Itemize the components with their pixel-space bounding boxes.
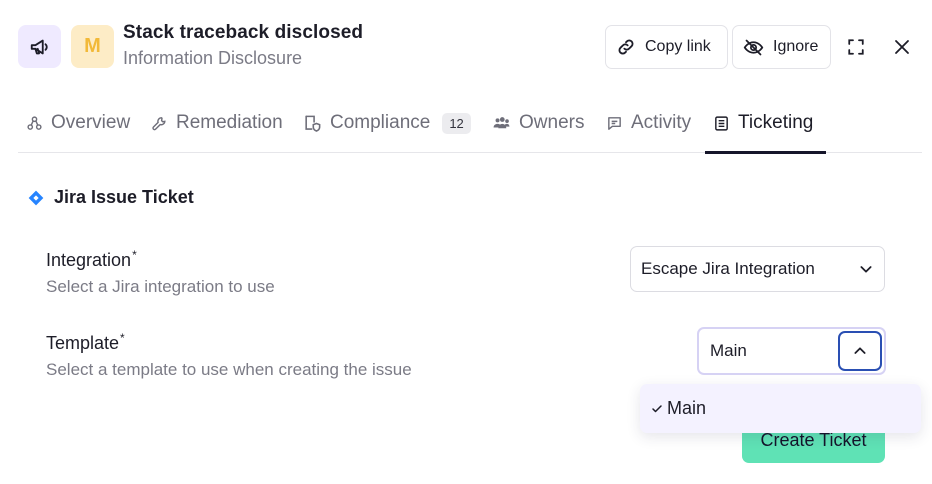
link-icon	[618, 39, 634, 55]
close-icon	[895, 40, 909, 54]
issue-category: Information Disclosure	[123, 48, 303, 68]
integration-select-value: Escape Jira Integration	[641, 259, 815, 278]
section-title: Jira Issue Ticket	[28, 187, 194, 208]
severity-badge: M	[71, 25, 114, 68]
template-select[interactable]: Main	[697, 327, 886, 375]
comment-icon	[608, 116, 621, 130]
expand-icon	[848, 39, 864, 55]
template-select-value: Main	[710, 341, 747, 360]
megaphone-icon	[18, 25, 61, 68]
integration-label-text: Integration	[46, 250, 132, 270]
tab-owners[interactable]: Owners	[484, 94, 592, 152]
check-icon	[652, 404, 662, 412]
close-button[interactable]	[889, 34, 915, 60]
tab-compliance[interactable]: Compliance 12	[295, 94, 479, 152]
tab-label: Activity	[631, 112, 692, 133]
tab-label: Remediation	[176, 112, 283, 133]
issue-title: Stack traceback disclosed	[123, 22, 364, 43]
expand-button[interactable]	[843, 34, 869, 60]
template-label: Template*	[46, 331, 125, 354]
template-label-text: Template	[46, 333, 120, 353]
integration-label: Integration*	[46, 248, 137, 271]
template-option-main[interactable]: Main	[640, 384, 921, 433]
integration-help: Select a Jira integration to use	[46, 277, 275, 296]
tab-label: Ticketing	[738, 112, 814, 133]
required-mark: *	[132, 248, 137, 262]
tab-activity[interactable]: Activity	[598, 94, 699, 152]
integration-select[interactable]: Escape Jira Integration	[630, 246, 885, 292]
copy-link-button[interactable]: Copy link	[605, 25, 728, 69]
eye-off-icon	[743, 39, 764, 55]
section-title-text: Jira Issue Ticket	[54, 187, 194, 207]
copy-link-label: Copy link	[645, 38, 711, 55]
ignore-button[interactable]: Ignore	[732, 25, 831, 69]
tab-label: Owners	[519, 112, 585, 133]
tab-label: Overview	[51, 112, 131, 133]
chevron-down-icon	[860, 266, 872, 273]
title-block: Stack traceback disclosed Information Di…	[123, 22, 363, 69]
chevron-up-icon	[854, 347, 866, 354]
hierarchy-icon	[27, 115, 42, 130]
template-toggle-button[interactable]	[838, 331, 882, 371]
tab-ticketing[interactable]: Ticketing	[705, 94, 826, 154]
template-help: Select a template to use when creating t…	[46, 360, 412, 379]
ignore-label: Ignore	[773, 38, 819, 55]
users-icon	[493, 116, 510, 128]
ticket-list-icon	[715, 115, 728, 131]
option-label: Main	[667, 398, 707, 418]
wrench-icon	[152, 116, 166, 130]
tab-overview[interactable]: Overview	[18, 94, 138, 152]
compliance-count-badge: 12	[442, 112, 471, 134]
required-mark: *	[120, 331, 125, 345]
tab-remediation[interactable]: Remediation	[143, 94, 291, 152]
issue-header: M Stack traceback disclosed Information …	[18, 20, 914, 76]
jira-icon	[28, 190, 44, 205]
compliance-shield-icon	[305, 115, 321, 132]
tab-label: Compliance	[330, 112, 431, 133]
tab-bar: Overview Remediation Compliance 12 Owner…	[18, 94, 922, 154]
